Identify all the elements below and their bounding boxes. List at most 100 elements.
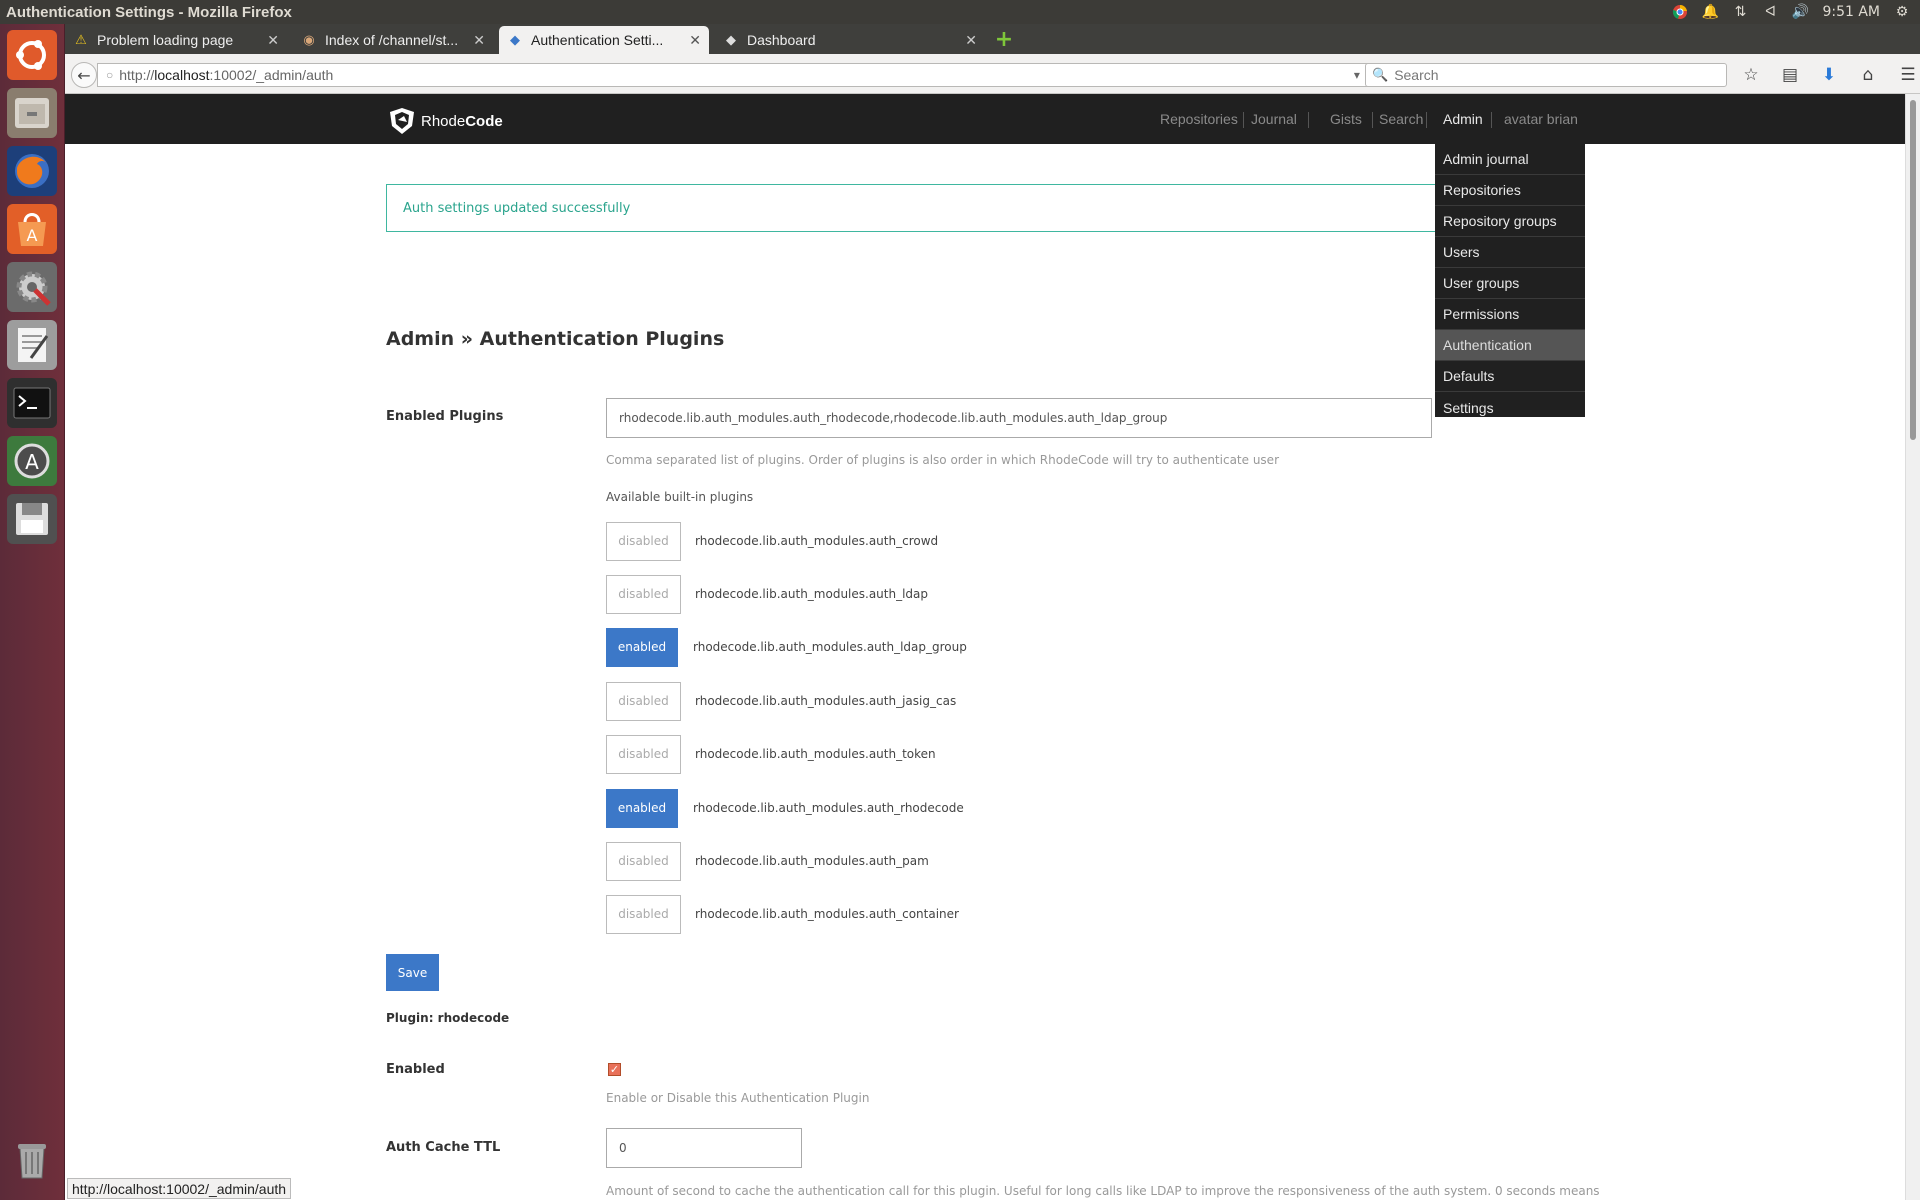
window-title: Authentication Settings - Mozilla Firefo… <box>6 3 292 21</box>
plugin-name: rhodecode.lib.auth_modules.auth_crowd <box>695 534 939 548</box>
plugin-toggle-button[interactable]: enabled <box>606 627 678 667</box>
save-button[interactable]: Save <box>386 954 439 991</box>
software-center-icon[interactable]: A <box>7 204 57 254</box>
rhodecode-nav: Repositories Journal Gists Search Admin … <box>65 94 1905 144</box>
plugin-name: rhodecode.lib.auth_modules.auth_rhodecod… <box>693 801 964 815</box>
enabled-plugins-help: Comma separated list of plugins. Order o… <box>606 453 1279 467</box>
plugin-name: rhodecode.lib.auth_modules.auth_ldap_gro… <box>693 640 967 654</box>
bookmark-star-icon[interactable]: ☆ <box>1740 64 1762 86</box>
enabled-plugins-input[interactable] <box>606 398 1432 438</box>
plugin-row-jasig-cas: disabled rhodecode.lib.auth_modules.auth… <box>606 681 956 721</box>
close-icon[interactable]: ✕ <box>965 32 977 49</box>
enabled-help: Enable or Disable this Authentication Pl… <box>606 1091 870 1105</box>
ubuntu-dash-icon[interactable] <box>7 30 57 80</box>
plugin-toggle-button[interactable]: enabled <box>606 788 678 828</box>
nav-user-avatar[interactable]: avatar brian <box>1504 111 1578 127</box>
plugin-name: rhodecode.lib.auth_modules.auth_jasig_ca… <box>695 694 957 708</box>
scrollbar-thumb[interactable] <box>1910 100 1916 440</box>
terminal-icon[interactable] <box>7 378 57 428</box>
download-icon[interactable]: ⬇ <box>1818 64 1840 86</box>
tab-dashboard[interactable]: ◆ Dashboard ✕ <box>715 26 985 54</box>
url-path: :10002/_admin/auth <box>209 67 334 83</box>
enabled-checkbox[interactable]: ✓ <box>608 1063 621 1076</box>
new-tab-icon[interactable]: + <box>993 27 1015 52</box>
menu-item-defaults[interactable]: Defaults <box>1435 361 1585 392</box>
plugin-row-rhodecode: enabled rhodecode.lib.auth_modules.auth_… <box>606 788 964 828</box>
menu-item-user-groups[interactable]: User groups <box>1435 268 1585 299</box>
admin-dropdown-menu: Admin journal Repositories Repository gr… <box>1435 144 1585 417</box>
plugin-name: rhodecode.lib.auth_modules.auth_pam <box>695 854 929 868</box>
menu-item-users[interactable]: Users <box>1435 237 1585 268</box>
system-tray: 🔔 ⇅ ᐊ 🔊 9:51 AM ⚙ <box>1672 4 1920 20</box>
plugin-toggle-button[interactable]: disabled <box>606 841 681 881</box>
url-host: localhost <box>154 67 210 83</box>
clock[interactable]: 9:51 AM <box>1822 4 1880 20</box>
reading-list-icon[interactable]: ▤ <box>1779 64 1801 86</box>
close-icon[interactable]: ✕ <box>689 32 701 49</box>
firefox-icon[interactable] <box>7 146 57 196</box>
menu-item-permissions[interactable]: Permissions <box>1435 299 1585 330</box>
text-editor-icon[interactable] <box>7 320 57 370</box>
search-placeholder: Search <box>1394 67 1439 83</box>
network-icon[interactable]: ⇅ <box>1732 4 1748 20</box>
plugin-toggle-button[interactable]: disabled <box>606 734 681 774</box>
system-settings-icon[interactable] <box>7 262 57 312</box>
notification-icon[interactable]: 🔔 <box>1702 4 1719 20</box>
close-icon[interactable]: ✕ <box>267 32 279 49</box>
menu-item-repository-groups[interactable]: Repository groups <box>1435 206 1585 237</box>
page-title: Admin » Authentication Plugins <box>386 328 725 350</box>
plugin-row-ldap: disabled rhodecode.lib.auth_modules.auth… <box>606 574 928 614</box>
home-icon[interactable]: ⌂ <box>1857 64 1879 86</box>
plugin-toggle-button[interactable]: disabled <box>606 894 681 934</box>
enabled-label: Enabled <box>386 1062 445 1077</box>
url-prefix: http:// <box>119 67 155 83</box>
software-updater-icon[interactable]: A <box>7 436 57 486</box>
menu-item-admin-journal[interactable]: Admin journal <box>1435 144 1585 175</box>
chrome-icon[interactable] <box>1672 4 1688 20</box>
back-arrow-icon: ← <box>77 65 91 85</box>
plugin-toggle-button[interactable]: disabled <box>606 681 681 721</box>
nav-separator <box>1372 112 1373 128</box>
browser-nav-bar: ← ○ http:// localhost :10002/_admin/auth… <box>65 54 1920 94</box>
plugin-toggle-button[interactable]: disabled <box>606 521 681 561</box>
tab-authentication-settings[interactable]: ◆ Authentication Setti... ✕ <box>499 26 709 54</box>
available-plugins-title: Available built-in plugins <box>606 490 754 504</box>
tab-index-channel[interactable]: ◉ Index of /channel/st... ✕ <box>293 26 493 54</box>
volume-icon[interactable]: 🔊 <box>1792 4 1809 20</box>
menu-item-authentication[interactable]: Authentication <box>1435 330 1585 361</box>
plugin-row-token: disabled rhodecode.lib.auth_modules.auth… <box>606 734 936 774</box>
search-input[interactable]: 🔍 Search <box>1365 63 1727 87</box>
search-icon: 🔍 <box>1372 67 1389 82</box>
nav-repositories[interactable]: Repositories <box>1160 111 1238 127</box>
nav-gists[interactable]: Gists <box>1330 111 1362 127</box>
trash-icon[interactable] <box>7 1134 57 1184</box>
gear-icon[interactable]: ⚙ <box>1894 4 1910 20</box>
nav-admin[interactable]: Admin <box>1443 111 1483 127</box>
plugin-name: rhodecode.lib.auth_modules.auth_containe… <box>695 907 959 921</box>
launcher: A A <box>0 24 65 1200</box>
close-icon[interactable]: ✕ <box>473 32 485 49</box>
page-scrollbar[interactable] <box>1905 94 1920 1200</box>
auth-cache-ttl-input[interactable] <box>606 1128 802 1168</box>
plugin-name: rhodecode.lib.auth_modules.auth_token <box>695 747 936 761</box>
nav-search[interactable]: Search <box>1379 111 1423 127</box>
plugin-toggle-button[interactable]: disabled <box>606 574 681 614</box>
save-disk-icon[interactable] <box>7 494 57 544</box>
menu-item-repositories[interactable]: Repositories <box>1435 175 1585 206</box>
auth-cache-ttl-help: Amount of second to cache the authentica… <box>606 1184 1600 1198</box>
back-button[interactable]: ← <box>71 62 97 88</box>
dropdown-icon[interactable]: ▾ <box>1354 68 1360 82</box>
url-bar[interactable]: ○ http:// localhost :10002/_admin/auth ▾… <box>97 63 1387 87</box>
menu-item-settings[interactable]: Settings <box>1435 392 1585 423</box>
nav-separator <box>1308 112 1309 128</box>
menu-icon[interactable]: ☰ <box>1897 64 1919 86</box>
bluetooth-icon[interactable]: ᐊ <box>1762 4 1778 20</box>
svg-text:A: A <box>25 450 39 474</box>
browser-tab-bar: ⚠ Problem loading page ✕ ◉ Index of /cha… <box>65 24 1920 54</box>
nav-journal[interactable]: Journal <box>1251 111 1297 127</box>
files-icon[interactable] <box>7 88 57 138</box>
tab-problem-loading[interactable]: ⚠ Problem loading page ✕ <box>65 26 287 54</box>
rhodecode-icon: ◆ <box>510 32 520 47</box>
plugin-settings-heading: Plugin: rhodecode <box>386 1011 510 1025</box>
globe-icon: ○ <box>106 68 114 82</box>
